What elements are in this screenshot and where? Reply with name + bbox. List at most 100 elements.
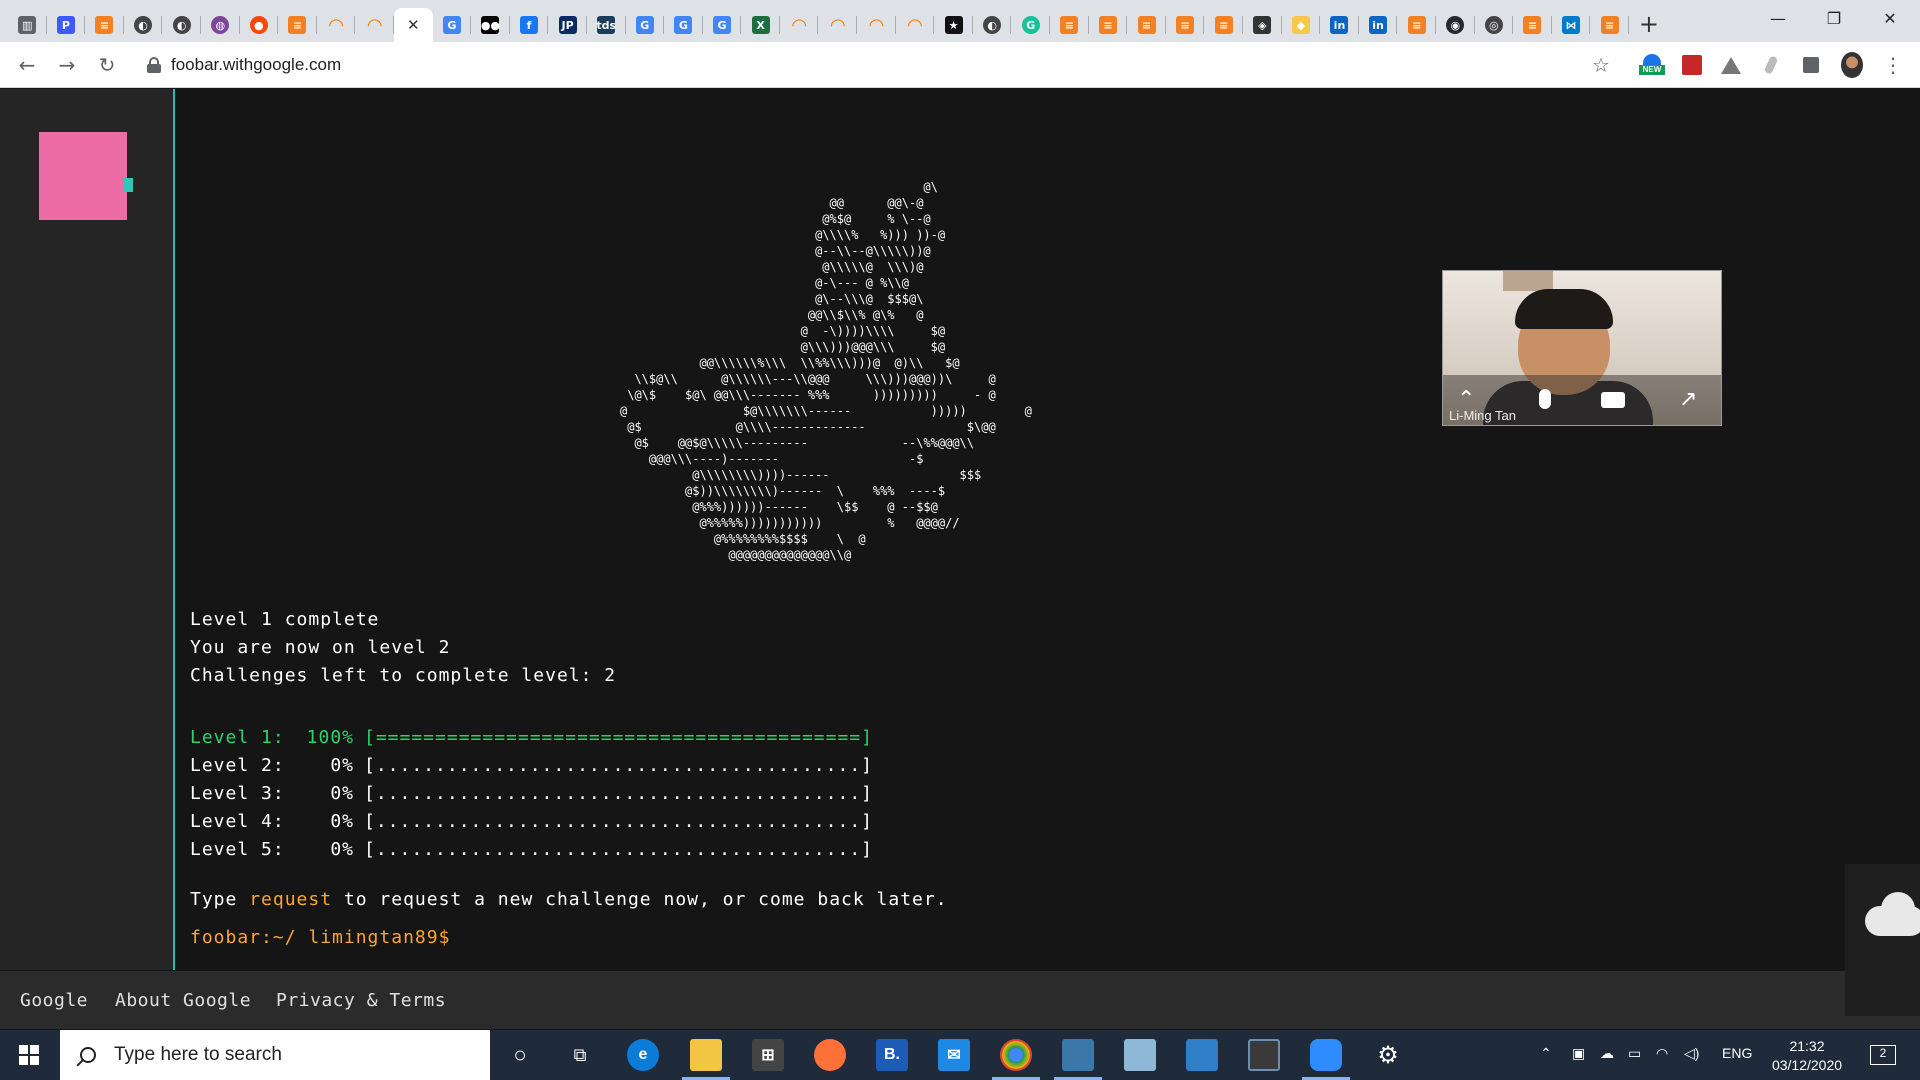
stackoverflow-icon: ≡: [1098, 16, 1117, 34]
photos-icon[interactable]: [1186, 1039, 1218, 1071]
browser-tab[interactable]: ◠: [896, 8, 935, 42]
wifi-icon[interactable]: ◠: [1656, 1045, 1668, 1062]
pdf-extension-icon[interactable]: [1681, 54, 1703, 76]
reload-button[interactable]: ↻: [92, 50, 122, 80]
browser-tab[interactable]: ●: [240, 8, 279, 42]
feather-extension-icon[interactable]: [1760, 54, 1782, 76]
restore-button[interactable]: ❐: [1806, 0, 1862, 36]
close-window-button[interactable]: ✕: [1862, 0, 1918, 36]
browser-tab[interactable]: JP: [548, 8, 587, 42]
profile-avatar[interactable]: [1841, 52, 1863, 78]
browser-tab[interactable]: P: [47, 8, 86, 42]
video-camera-icon[interactable]: [1601, 387, 1625, 408]
forward-button[interactable]: →: [52, 50, 82, 80]
video-call-window[interactable]: ⌃ ↗ Li-Ming Tan: [1442, 270, 1722, 426]
share-icon[interactable]: ↗: [1679, 387, 1697, 412]
onedrive-tray-icon[interactable]: ☁: [1600, 1045, 1614, 1062]
browser-tab[interactable]: ⋈: [1552, 8, 1591, 42]
browser-tab[interactable]: f: [510, 8, 549, 42]
browser-tab[interactable]: ◠: [317, 8, 356, 42]
browser-tab[interactable]: ≡: [85, 8, 124, 42]
python-idle-icon[interactable]: [1062, 1039, 1094, 1071]
browser-tab[interactable]: G: [703, 8, 742, 42]
show-hidden-icons[interactable]: ⌃: [1540, 1045, 1552, 1062]
browser-tab[interactable]: ◐: [973, 8, 1012, 42]
footer-google-link[interactable]: Google: [20, 990, 88, 1011]
chrome-icon[interactable]: [1000, 1039, 1032, 1071]
taskbar-search-box[interactable]: Type here to search: [60, 1030, 490, 1080]
calculator-icon[interactable]: [1248, 1039, 1280, 1071]
browser-tab[interactable]: ≡: [278, 8, 317, 42]
browser-tab[interactable]: ★: [934, 8, 973, 42]
mail-icon[interactable]: ✉: [938, 1039, 970, 1071]
browser-tab[interactable]: ●●: [471, 8, 510, 42]
browser-tab[interactable]: ◠: [780, 8, 819, 42]
browser-tab[interactable]: ✕: [393, 8, 433, 42]
volume-icon[interactable]: ◁): [1684, 1045, 1699, 1062]
browser-tab[interactable]: G: [1011, 8, 1050, 42]
browser-tab[interactable]: ◆: [1282, 8, 1321, 42]
browser-tab[interactable]: X: [741, 8, 780, 42]
notes-icon[interactable]: [1124, 1039, 1156, 1071]
language-indicator[interactable]: ENG: [1722, 1045, 1752, 1061]
cortana-icon[interactable]: ○: [504, 1039, 536, 1071]
meet-now-icon[interactable]: ▣: [1572, 1045, 1585, 1062]
back-button[interactable]: ←: [12, 50, 42, 80]
store-icon[interactable]: ⊞: [752, 1039, 784, 1071]
task-view-icon[interactable]: ⧉: [564, 1039, 596, 1071]
address-bar[interactable]: foobar.withgoogle.com: [135, 48, 1635, 82]
browser-tab[interactable]: G: [433, 8, 472, 42]
minimize-button[interactable]: —: [1750, 0, 1806, 36]
start-button[interactable]: [0, 1030, 58, 1080]
browser-tab[interactable]: ≡: [1127, 8, 1166, 42]
settings-gear-icon[interactable]: ⚙: [1372, 1039, 1404, 1071]
notification-center-icon[interactable]: 2: [1870, 1045, 1896, 1065]
request-command[interactable]: request: [249, 889, 332, 910]
browser-tab[interactable]: ≡: [1204, 8, 1243, 42]
new-tab-button[interactable]: +: [1629, 7, 1669, 41]
browser-tab[interactable]: G: [626, 8, 665, 42]
browser-tab[interactable]: ≡: [1089, 8, 1128, 42]
browser-tab[interactable]: ≡: [1397, 8, 1436, 42]
battery-icon[interactable]: ▭: [1628, 1045, 1641, 1062]
system-clock[interactable]: 21:32 03/12/2020: [1762, 1037, 1852, 1075]
microphone-icon[interactable]: [1539, 387, 1551, 409]
browser-tab[interactable]: ◎: [1475, 8, 1514, 42]
browser-tab[interactable]: ≡: [1513, 8, 1552, 42]
browser-tab[interactable]: tds: [587, 8, 626, 42]
footer-about-link[interactable]: About Google: [115, 990, 251, 1011]
linkedin-icon: in: [1369, 16, 1388, 34]
browser-tab[interactable]: ◐: [124, 8, 163, 42]
lock-icon[interactable]: [147, 57, 161, 73]
browser-tab[interactable]: ≡: [1590, 8, 1629, 42]
tab-close-icon[interactable]: ✕: [407, 16, 420, 34]
browser-tab[interactable]: ≡: [1166, 8, 1205, 42]
browser-tab[interactable]: ▥: [8, 8, 47, 42]
browser-tab[interactable]: ◠: [857, 8, 896, 42]
clock-date: 03/12/2020: [1771, 1057, 1843, 1073]
firefox-icon[interactable]: [814, 1039, 846, 1071]
file-explorer-icon[interactable]: [690, 1039, 722, 1071]
browser-tab[interactable]: ◍: [201, 8, 240, 42]
terminal-prompt[interactable]: foobar:~/ limingtan89$: [190, 927, 450, 948]
url-text[interactable]: foobar.withgoogle.com: [171, 55, 341, 75]
browser-tab[interactable]: in: [1320, 8, 1359, 42]
browser-tab[interactable]: ◉: [1436, 8, 1475, 42]
footer-privacy-link[interactable]: Privacy & Terms: [276, 990, 446, 1011]
zoom-icon[interactable]: [1310, 1039, 1342, 1071]
browser-tab[interactable]: ◠: [355, 8, 394, 42]
browser-tab[interactable]: G: [664, 8, 703, 42]
edge-icon[interactable]: e: [627, 1039, 659, 1071]
extensions-puzzle-icon[interactable]: [1800, 54, 1822, 76]
browser-tab[interactable]: ◐: [162, 8, 201, 42]
bookmark-star-icon[interactable]: ☆: [1590, 53, 1612, 77]
b-app-icon[interactable]: B.: [876, 1039, 908, 1071]
browser-tab[interactable]: in: [1359, 8, 1398, 42]
browser-tab[interactable]: ◈: [1243, 8, 1282, 42]
browser-menu-icon[interactable]: ⋮: [1882, 53, 1904, 77]
drive-extension-icon[interactable]: [1720, 54, 1742, 76]
extension-new-icon[interactable]: NEW: [1637, 54, 1667, 76]
browser-tab[interactable]: ◠: [818, 8, 857, 42]
browser-tab[interactable]: ≡: [1050, 8, 1089, 42]
onedrive-widget[interactable]: [1845, 864, 1920, 1016]
